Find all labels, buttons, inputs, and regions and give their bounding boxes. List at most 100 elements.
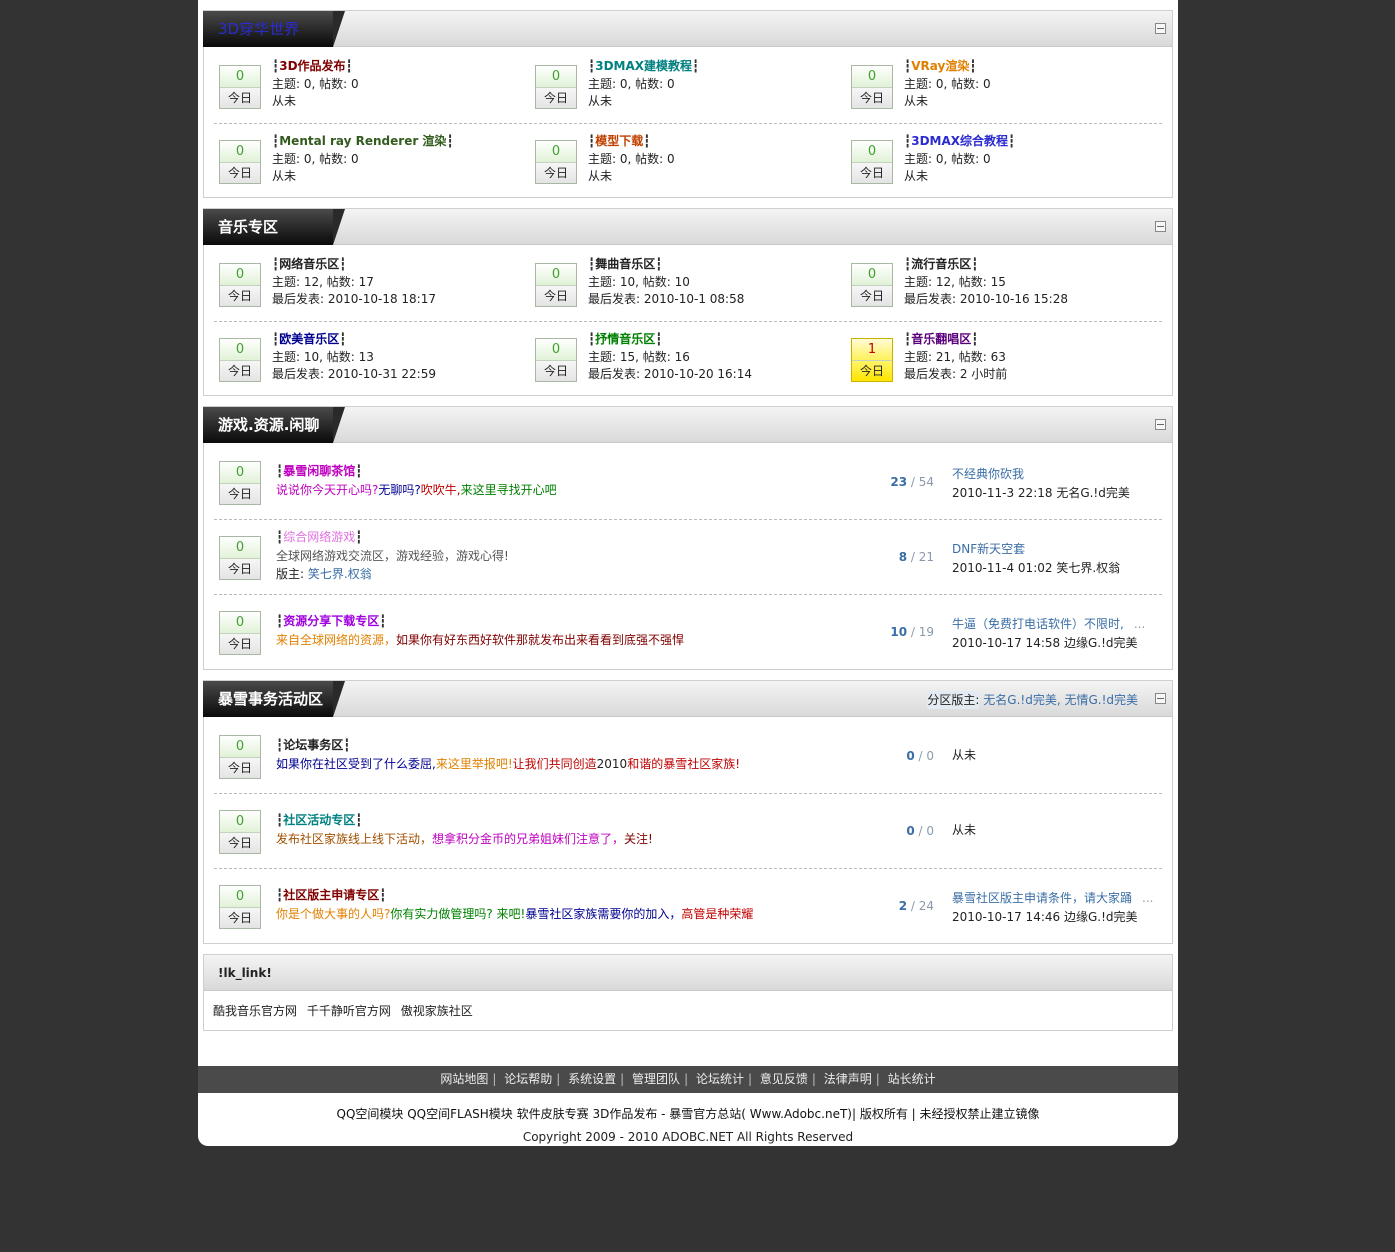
- footer-link-team[interactable]: 管理团队: [632, 1072, 680, 1086]
- footer-links[interactable]: QQ空间模块 QQ空间FLASH模块 软件皮肤专赛 3D作品发布 - 暴雪官方总…: [198, 1105, 1178, 1122]
- today-label: 今日: [220, 87, 260, 108]
- forum-link-model-download[interactable]: ┇模型下载┇: [588, 133, 675, 151]
- forum-stats: 主题: 12, 帖数: 15: [904, 274, 1006, 289]
- forum-link-vray[interactable]: ┇VRay渲染┇: [904, 58, 991, 76]
- collapse-icon[interactable]: [1155, 693, 1166, 704]
- forum-link-net-music[interactable]: ┇网络音乐区┇: [272, 256, 436, 274]
- today-label: 今日: [852, 360, 892, 381]
- footer-link-help[interactable]: 论坛帮助: [504, 1072, 552, 1086]
- today-count: 0: [536, 339, 576, 360]
- footer-link-legal[interactable]: 法律声明: [824, 1072, 872, 1086]
- today-count: 0: [220, 612, 260, 633]
- today-count: 0: [536, 264, 576, 285]
- forum-row: 0 今日 ┇论坛事务区┇ 如果你在社区受到了什么委屈,来这里举报吧!让我们共同创造…: [214, 719, 1162, 794]
- moderator-links[interactable]: 无名G.!d完美, 无情G.!d完美: [983, 693, 1138, 707]
- forum-cell: 0 今日 ┇网络音乐区┇ 主题: 12, 帖数: 17 最后发表: 2010-10…: [214, 247, 514, 322]
- forum-link-online-games[interactable]: ┇综合网络游戏┇: [276, 528, 509, 547]
- last-post-title[interactable]: 暴雪社区版主申请条件，请大家踊: [952, 891, 1132, 905]
- forum-stats: 主题: 10, 帖数: 10: [588, 274, 690, 289]
- today-count: 0: [220, 886, 260, 907]
- footer-link-stats[interactable]: 论坛统计: [696, 1072, 744, 1086]
- forum-description: 说说你今天开心吗?无聊吗?吹吹牛,来这里寻找开心吧: [276, 482, 557, 497]
- forum-last-post: 最后发表: 2010-10-18 18:17: [272, 292, 436, 306]
- forum-link-lyric-music[interactable]: ┇抒情音乐区┇: [588, 331, 752, 349]
- today-badge: 0 今日: [219, 263, 261, 307]
- footer-link-webmaster-stats[interactable]: 站长统计: [888, 1072, 936, 1086]
- forum-last-post: 暴雪社区版主申请条件，请大家踊... 2010-10-17 14:46 边缘G.…: [952, 889, 1153, 926]
- today-label: 今日: [220, 907, 260, 928]
- forum-row: 0 今日 ┇欧美音乐区┇ 主题: 10, 帖数: 13 最后发表: 2010-10…: [214, 322, 1162, 397]
- today-count: 0: [220, 66, 260, 87]
- forum-cell: 0 今日 ┇3D作品发布┇ 主题: 0, 帖数: 0 从未: [214, 49, 514, 124]
- today-count: 0: [220, 736, 260, 757]
- today-count: 0: [220, 811, 260, 832]
- forum-last-post: 最后发表: 2010-10-1 08:58: [588, 292, 745, 306]
- section-title[interactable]: 暴雪事务活动区: [203, 681, 345, 717]
- footer-link-settings[interactable]: 系统设置: [568, 1072, 616, 1086]
- link-ttplayer[interactable]: 千千静听官方网: [307, 1004, 391, 1018]
- today-badge: 1 今日: [851, 338, 893, 382]
- forum-link-moderator-apply[interactable]: ┇社区版主申请专区┇: [276, 886, 753, 905]
- forum-last-post: 从未: [904, 94, 929, 108]
- forum-row: 0 今日 ┇社区版主申请专区┇ 你是个做大事的人吗?你有实力做管理吗? 来吧!暴雪…: [214, 869, 1162, 944]
- link-kuwo[interactable]: 酷我音乐官方网: [213, 1004, 297, 1018]
- collapse-icon[interactable]: [1155, 23, 1166, 34]
- last-post-title[interactable]: 牛逼（免费打电话软件）不限时,: [952, 617, 1124, 631]
- today-label: 今日: [536, 87, 576, 108]
- today-count: 0: [852, 264, 892, 285]
- forum-link-community-events[interactable]: ┇社区活动专区┇: [276, 811, 653, 830]
- forum-link-western-music[interactable]: ┇欧美音乐区┇: [272, 331, 436, 349]
- page-container: 3D穿华世界 0 今日 ┇3D作品发布┇ 主题: 0, 帖数: 0 从未 0 今日 …: [198, 0, 1178, 1146]
- forum-counts: 10 / 19: [890, 625, 934, 639]
- forum-row: 0 今日 ┇网络音乐区┇ 主题: 12, 帖数: 17 最后发表: 2010-10…: [214, 247, 1162, 322]
- footer-nav: 网站地图 | 论坛帮助 | 系统设置 | 管理团队 | 论坛统计 | 意见反馈 | 法律声明…: [198, 1066, 1178, 1093]
- today-label: 今日: [852, 285, 892, 306]
- forum-link-cover-music[interactable]: ┇音乐翻唱区┇: [904, 331, 1007, 349]
- last-post-info: 2010-11-4 01:02 笑七界.权翁: [952, 560, 1121, 575]
- forum-link-3d-works[interactable]: ┇3D作品发布┇: [272, 58, 359, 76]
- forum-description: 全球网络游戏交流区，游戏经验，游戏心得!: [276, 548, 509, 563]
- forum-link-resource-share[interactable]: ┇资源分享下载专区┇: [276, 612, 684, 631]
- section-title[interactable]: 3D穿华世界: [203, 11, 345, 47]
- footer-link-feedback[interactable]: 意见反馈: [760, 1072, 808, 1086]
- section-title[interactable]: 游戏.资源.闲聊: [203, 407, 345, 443]
- forum-link-dance-music[interactable]: ┇舞曲音乐区┇: [588, 256, 744, 274]
- footer-link-sitemap[interactable]: 网站地图: [440, 1072, 488, 1086]
- forum-last-post: 从未: [588, 169, 613, 183]
- today-badge: 0 今日: [219, 611, 261, 655]
- forum-description: 如果你在社区受到了什么委屈,来这里举报吧!让我们共同创造2010和谐的暴雪社区家…: [276, 756, 741, 771]
- moderator-link[interactable]: 笑七界.权翁: [308, 567, 372, 581]
- forum-cell: 0 今日 ┇欧美音乐区┇ 主题: 10, 帖数: 13 最后发表: 2010-10…: [214, 322, 514, 397]
- copyright: Copyright 2009 - 2010 ADOBC.NET All Righ…: [522, 1130, 854, 1144]
- today-label: 今日: [220, 360, 260, 381]
- forum-cell: 0 今日 ┇Mental ray Renderer 渲染┇ 主题: 0, 帖数: …: [214, 124, 514, 199]
- forum-link-mental-ray[interactable]: ┇Mental ray Renderer 渲染┇: [272, 133, 454, 151]
- today-badge: 0 今日: [535, 140, 577, 184]
- last-post-title[interactable]: DNF新天空套: [952, 540, 1120, 559]
- collapse-icon[interactable]: [1155, 221, 1166, 232]
- link-aoshi[interactable]: 傲视家族社区: [401, 1004, 473, 1018]
- section-title[interactable]: 音乐专区: [203, 209, 345, 245]
- forum-link-pop-music[interactable]: ┇流行音乐区┇: [904, 256, 1068, 274]
- forum-moderator: 版主: 笑七界.权翁: [276, 567, 372, 581]
- forum-link-3dmax-general[interactable]: ┇3DMAX综合教程┇: [904, 133, 1015, 151]
- forum-row: 0 今日 ┇Mental ray Renderer 渲染┇ 主题: 0, 帖数: …: [214, 124, 1162, 199]
- last-post-title[interactable]: 不经典你砍我: [952, 465, 1130, 484]
- today-badge: 0 今日: [219, 735, 261, 779]
- today-label: 今日: [536, 285, 576, 306]
- forum-link-3dmax-modeling[interactable]: ┇3DMAX建模教程┇: [588, 58, 699, 76]
- today-count: 0: [852, 66, 892, 87]
- forum-link-chat-teahouse[interactable]: ┇暴雪闲聊茶馆┇: [276, 462, 557, 481]
- links-list: 酷我音乐官方网 千千静听官方网 傲视家族社区: [204, 991, 1172, 1029]
- forum-counts: 23 / 54: [890, 475, 934, 489]
- collapse-icon[interactable]: [1155, 419, 1166, 430]
- today-badge: 0 今日: [219, 338, 261, 382]
- today-label: 今日: [852, 162, 892, 183]
- today-count: 0: [220, 339, 260, 360]
- last-post-title: 从未: [952, 748, 977, 762]
- forum-last-post: 从未: [952, 746, 976, 765]
- section-header: 游戏.资源.闲聊: [203, 407, 1172, 443]
- today-count: 0: [536, 66, 576, 87]
- forum-link-forum-affairs[interactable]: ┇论坛事务区┇: [276, 736, 740, 755]
- today-label: 今日: [220, 483, 260, 504]
